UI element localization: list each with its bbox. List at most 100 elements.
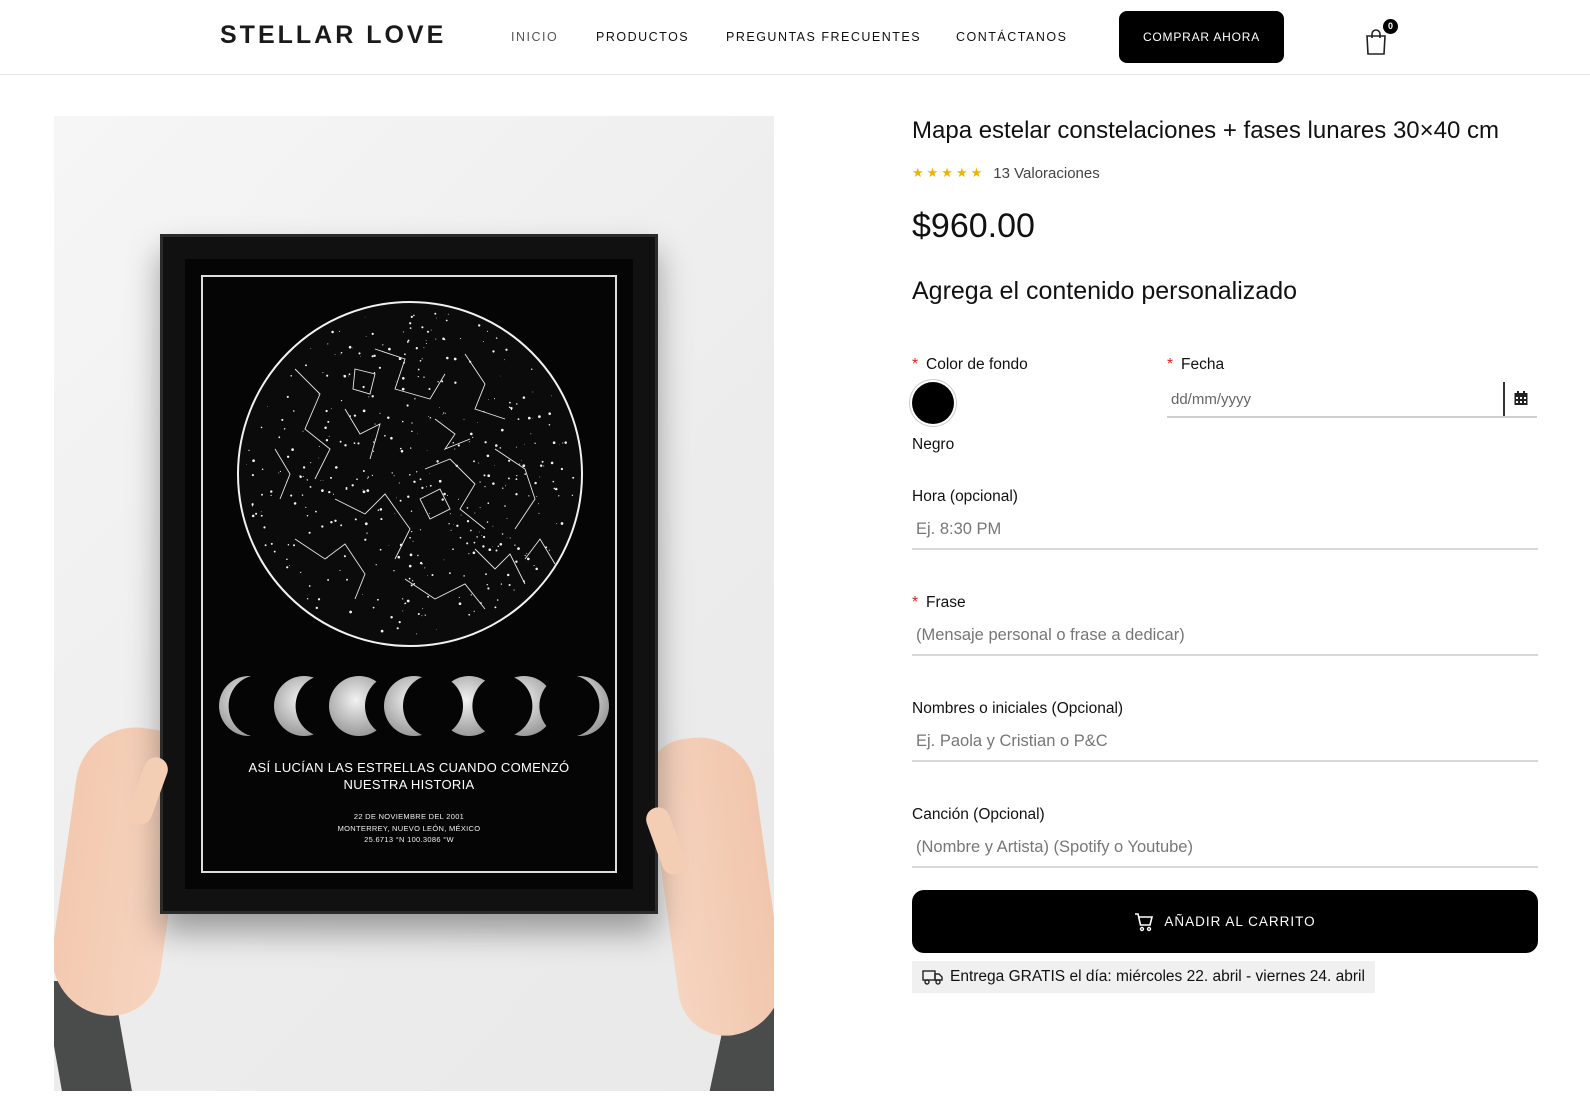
star-dot xyxy=(328,435,330,437)
star-dot xyxy=(469,432,473,436)
star-dot xyxy=(446,495,448,496)
nav-productos[interactable]: PRODUCTOS xyxy=(596,29,689,45)
rating-count[interactable]: 13 Valoraciones xyxy=(993,165,1099,182)
star-dot xyxy=(419,359,422,362)
product-image: ASÍ LUCÍAN LAS ESTRELLAS CUANDO COMENZÓ … xyxy=(54,116,774,1091)
cancion-input[interactable] xyxy=(912,830,1538,864)
star-dot xyxy=(506,537,508,539)
nav-preguntas-frecuentes[interactable]: PREGUNTAS FRECUENTES xyxy=(726,29,921,45)
star-dot xyxy=(380,518,383,521)
star-dot xyxy=(279,470,281,473)
star-dot xyxy=(515,446,517,448)
poster-title: ASÍ LUCÍAN LAS ESTRELLAS CUANDO COMENZÓ … xyxy=(185,759,633,793)
nav-contactanos[interactable]: CONTÁCTANOS xyxy=(956,29,1067,45)
star-dot xyxy=(339,569,341,571)
star-dot xyxy=(443,412,445,414)
buy-now-button[interactable]: COMPRAR AHORA xyxy=(1119,11,1284,63)
poster-title-line1: ASÍ LUCÍAN LAS ESTRELLAS CUANDO COMENZÓ xyxy=(248,760,570,775)
star-dot xyxy=(400,449,404,453)
star-dot xyxy=(353,442,356,444)
frase-label-text: Frase xyxy=(926,594,966,611)
color-label-text: Color de fondo xyxy=(926,356,1028,373)
star-dot xyxy=(306,598,309,600)
star-dot xyxy=(293,410,295,412)
star-dot xyxy=(424,567,426,569)
brand-logo[interactable]: STELLAR LOVE xyxy=(220,20,446,50)
star-dot xyxy=(552,441,556,445)
product-rating[interactable]: ★★★★★ 13 Valoraciones xyxy=(912,163,1100,183)
star-dot xyxy=(423,376,425,378)
star-dot xyxy=(507,477,510,480)
cart-button[interactable]: 0 xyxy=(1362,19,1398,56)
frase-input[interactable] xyxy=(912,618,1538,652)
date-input[interactable] xyxy=(1167,382,1503,416)
star-dot xyxy=(377,509,380,511)
star-dot xyxy=(463,575,465,577)
star-dot xyxy=(401,387,405,391)
nav-inicio[interactable]: INICIO xyxy=(511,29,558,45)
star-dot xyxy=(479,481,481,483)
star-dot xyxy=(533,565,535,567)
star-dot xyxy=(487,502,490,505)
star-dot xyxy=(526,553,528,555)
customization-heading: Agrega el contenido personalizado xyxy=(912,277,1297,305)
star-dot xyxy=(302,466,306,469)
star-dot xyxy=(454,381,457,384)
star-dot xyxy=(443,559,445,561)
star-dot xyxy=(362,490,366,494)
nombres-input[interactable] xyxy=(912,724,1538,758)
star-dot xyxy=(458,596,460,598)
star-dot xyxy=(501,533,504,535)
cancion-field xyxy=(912,830,1538,868)
star-dot xyxy=(478,462,480,464)
star-dot xyxy=(524,443,525,445)
star-dot xyxy=(436,460,439,463)
star-dot xyxy=(426,450,428,451)
calendar-icon[interactable] xyxy=(1513,390,1529,406)
star-dot xyxy=(261,493,263,496)
star-dot xyxy=(343,374,347,378)
star-dot xyxy=(396,497,398,499)
star-dot xyxy=(398,620,401,624)
star-dot xyxy=(331,330,334,334)
site-header: STELLAR LOVE INICIO PRODUCTOS PREGUNTAS … xyxy=(0,0,1590,75)
star-dot xyxy=(308,585,311,587)
star-dot xyxy=(428,387,431,391)
star-dot xyxy=(340,399,343,402)
star-dot xyxy=(299,475,302,477)
add-to-cart-button[interactable]: AÑADIR AL CARRITO xyxy=(912,890,1538,953)
star-dot xyxy=(426,486,427,488)
moon-phases xyxy=(219,675,609,737)
star-dot xyxy=(417,375,419,378)
star-dot xyxy=(450,529,452,531)
star-dot xyxy=(508,406,511,409)
star-dot xyxy=(339,354,341,355)
star-dot xyxy=(536,495,538,497)
star-dot xyxy=(410,315,413,318)
star-dot xyxy=(429,473,430,475)
star-dot xyxy=(362,385,365,389)
star-dot xyxy=(419,478,422,481)
star-dot xyxy=(351,347,353,349)
star-dot xyxy=(325,439,329,442)
star-dot xyxy=(390,616,393,619)
star-dot xyxy=(409,553,413,557)
star-dot xyxy=(373,354,376,357)
star-dot xyxy=(548,549,550,551)
star-dot xyxy=(421,486,424,490)
star-dot xyxy=(349,610,352,614)
star-dot xyxy=(394,513,396,514)
star-dot xyxy=(470,594,472,596)
star-dot xyxy=(485,573,487,576)
star-dot xyxy=(448,523,450,525)
star-dot xyxy=(456,524,459,527)
star-dot xyxy=(283,428,286,430)
star-dot xyxy=(394,381,396,383)
star-dot xyxy=(248,449,250,452)
star-dot xyxy=(281,418,284,421)
hora-input[interactable] xyxy=(912,512,1538,546)
star-dot xyxy=(388,545,390,547)
star-dot xyxy=(373,441,375,443)
color-swatch-black[interactable] xyxy=(912,382,954,424)
star-dot xyxy=(264,544,267,547)
